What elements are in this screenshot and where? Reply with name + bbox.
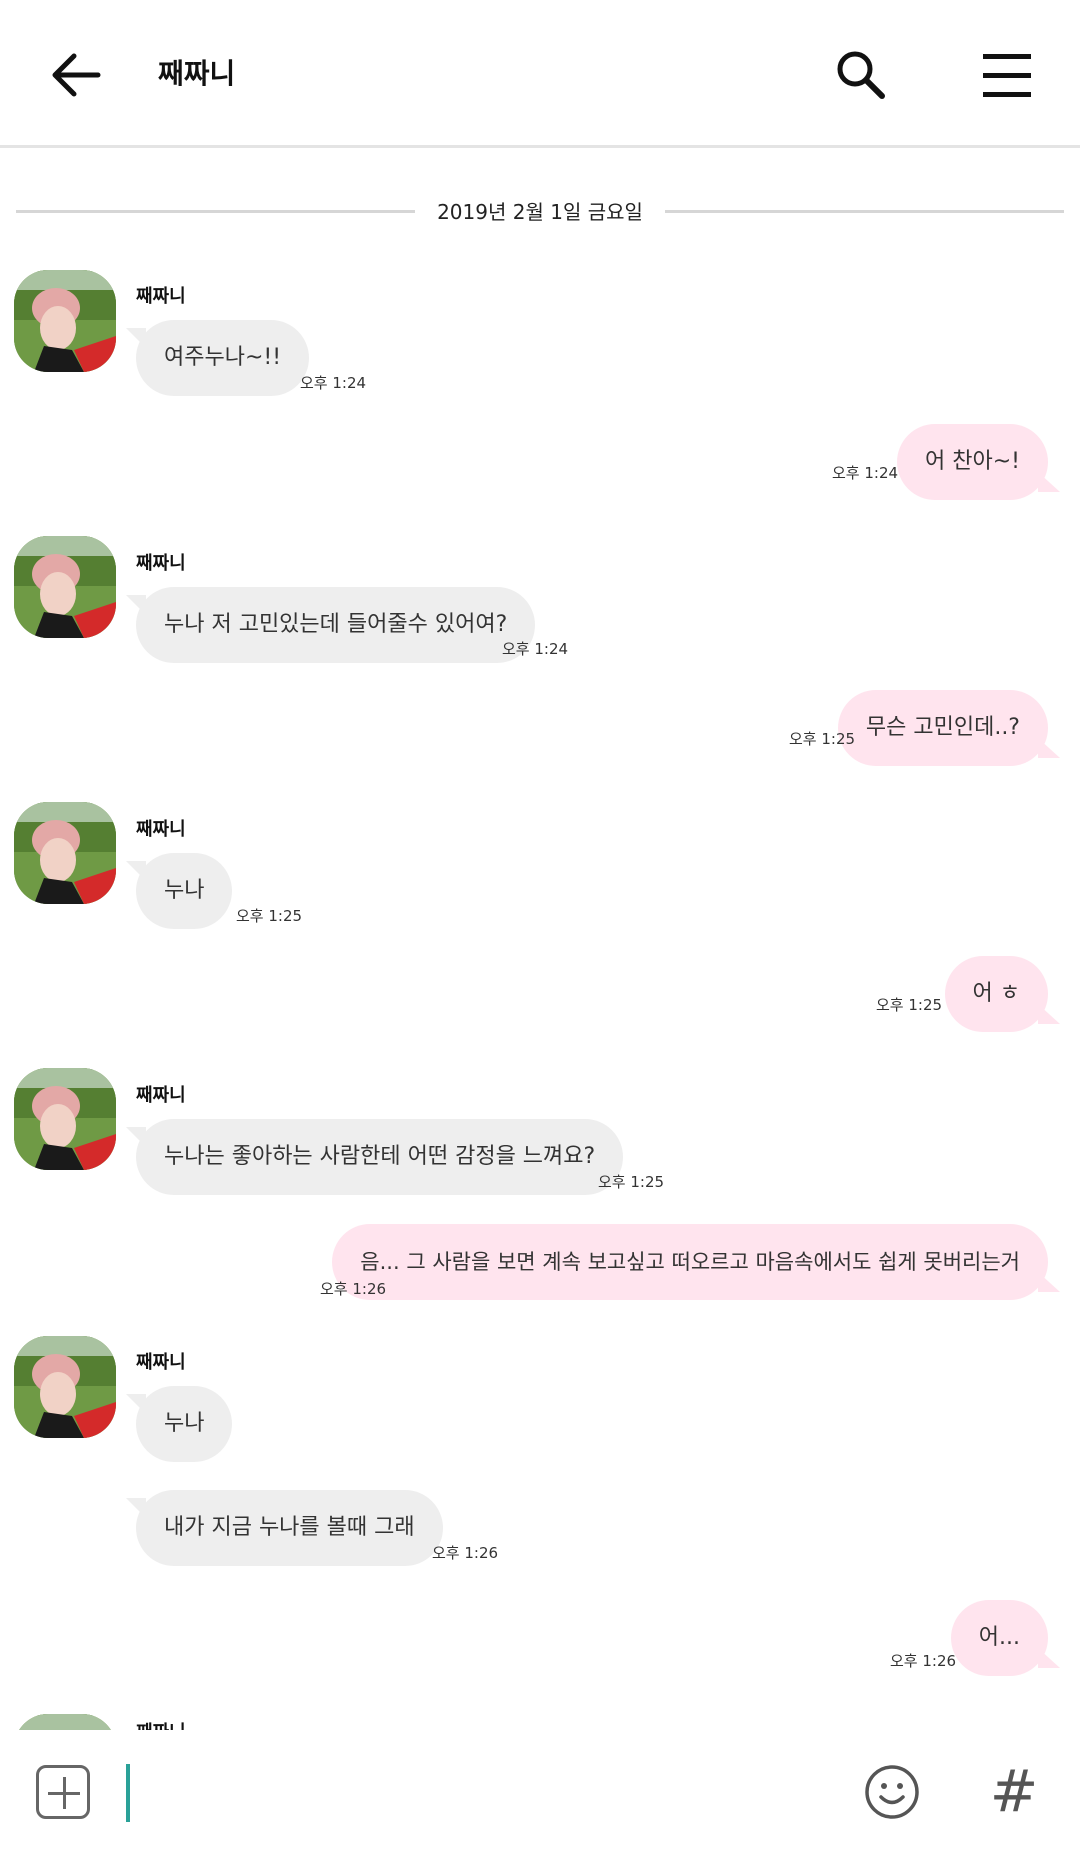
chat-header: 째짜니 [0, 0, 1080, 148]
sender-name: 째짜니 [136, 1718, 186, 1730]
hamburger-menu-icon [983, 54, 1031, 97]
message-time: 오후 1:26 [432, 1544, 499, 1562]
emoji-button[interactable] [862, 1762, 922, 1822]
sender-name: 째짜니 [136, 819, 186, 840]
avatar[interactable] [14, 1714, 116, 1730]
message-time: 오후 1:24 [502, 640, 569, 658]
message-time: 오후 1:25 [236, 907, 303, 925]
message-time: 오후 1:24 [300, 374, 367, 392]
search-icon [837, 51, 885, 99]
message-bubble-incoming[interactable]: 누나 저 고민있는데 들어줄수 있어여? [125, 587, 536, 663]
attach-button[interactable] [36, 1765, 90, 1819]
message-time: 오후 1:25 [876, 996, 943, 1014]
date-label-text: 2019년 2월 1일 금요일 [415, 200, 665, 224]
sender-name: 째짜니 [136, 286, 186, 307]
avatar[interactable] [14, 1068, 116, 1170]
message-bubble-incoming[interactable]: 누나 [125, 1386, 233, 1462]
message-time: 오후 1:26 [320, 1280, 387, 1298]
message-bubble-outgoing[interactable]: 어... [950, 1600, 1061, 1676]
message-time: 오후 1:25 [789, 730, 856, 748]
avatar[interactable] [14, 270, 116, 372]
avatar[interactable] [14, 802, 116, 904]
search-button[interactable] [828, 42, 896, 110]
avatar[interactable] [14, 1336, 116, 1438]
chat-title: 째짜니 [158, 57, 236, 90]
hashtag-icon: # [989, 1757, 1039, 1825]
smiley-icon [865, 1765, 919, 1819]
message-time: 오후 1:24 [832, 464, 899, 482]
message-bubble-outgoing[interactable]: 무슨 고민인데..? [837, 690, 1061, 766]
hashtag-button[interactable]: # [984, 1756, 1044, 1826]
arrow-left-icon [52, 53, 101, 97]
message-bubble-incoming[interactable]: 누나는 좋아하는 사람한테 어떤 감정을 느껴요? [125, 1119, 624, 1195]
avatar[interactable] [14, 536, 116, 638]
profile-photo [14, 270, 116, 372]
profile-photo [14, 1336, 116, 1438]
message-input[interactable] [126, 1764, 826, 1822]
sender-name: 째짜니 [136, 553, 186, 574]
profile-photo [14, 1714, 116, 1730]
profile-photo [14, 802, 116, 904]
message-bubble-outgoing[interactable]: 어 ㅎ [944, 956, 1061, 1032]
back-button[interactable] [40, 40, 116, 110]
sender-name: 째짜니 [136, 1352, 186, 1373]
profile-photo [14, 1068, 116, 1170]
sender-name: 째짜니 [136, 1085, 186, 1106]
message-time: 오후 1:26 [890, 1652, 957, 1670]
message-time: 오후 1:25 [598, 1173, 665, 1191]
profile-photo [14, 536, 116, 638]
message-bubble-outgoing[interactable]: 어 찬아~! [897, 424, 1060, 500]
message-list[interactable]: 2019년 2월 1일 금요일 째짜니 여주누나~!! 오후 1:24 어 찬아… [0, 148, 1080, 1730]
date-label: 2019년 2월 1일 금요일 [0, 196, 1080, 225]
message-bubble-incoming[interactable]: 내가 지금 누나를 볼때 그래 [126, 1490, 443, 1566]
menu-button[interactable] [976, 44, 1042, 108]
message-input-bar: # [0, 1730, 1080, 1857]
message-bubble-incoming[interactable]: 누나 [125, 853, 233, 929]
message-bubble-incoming[interactable]: 여주누나~!! [125, 320, 310, 396]
message-bubble-outgoing[interactable]: 음... 그 사람을 보면 계속 보고싶고 떠오르고 마음속에서도 쉽게 못버리… [332, 1224, 1060, 1300]
